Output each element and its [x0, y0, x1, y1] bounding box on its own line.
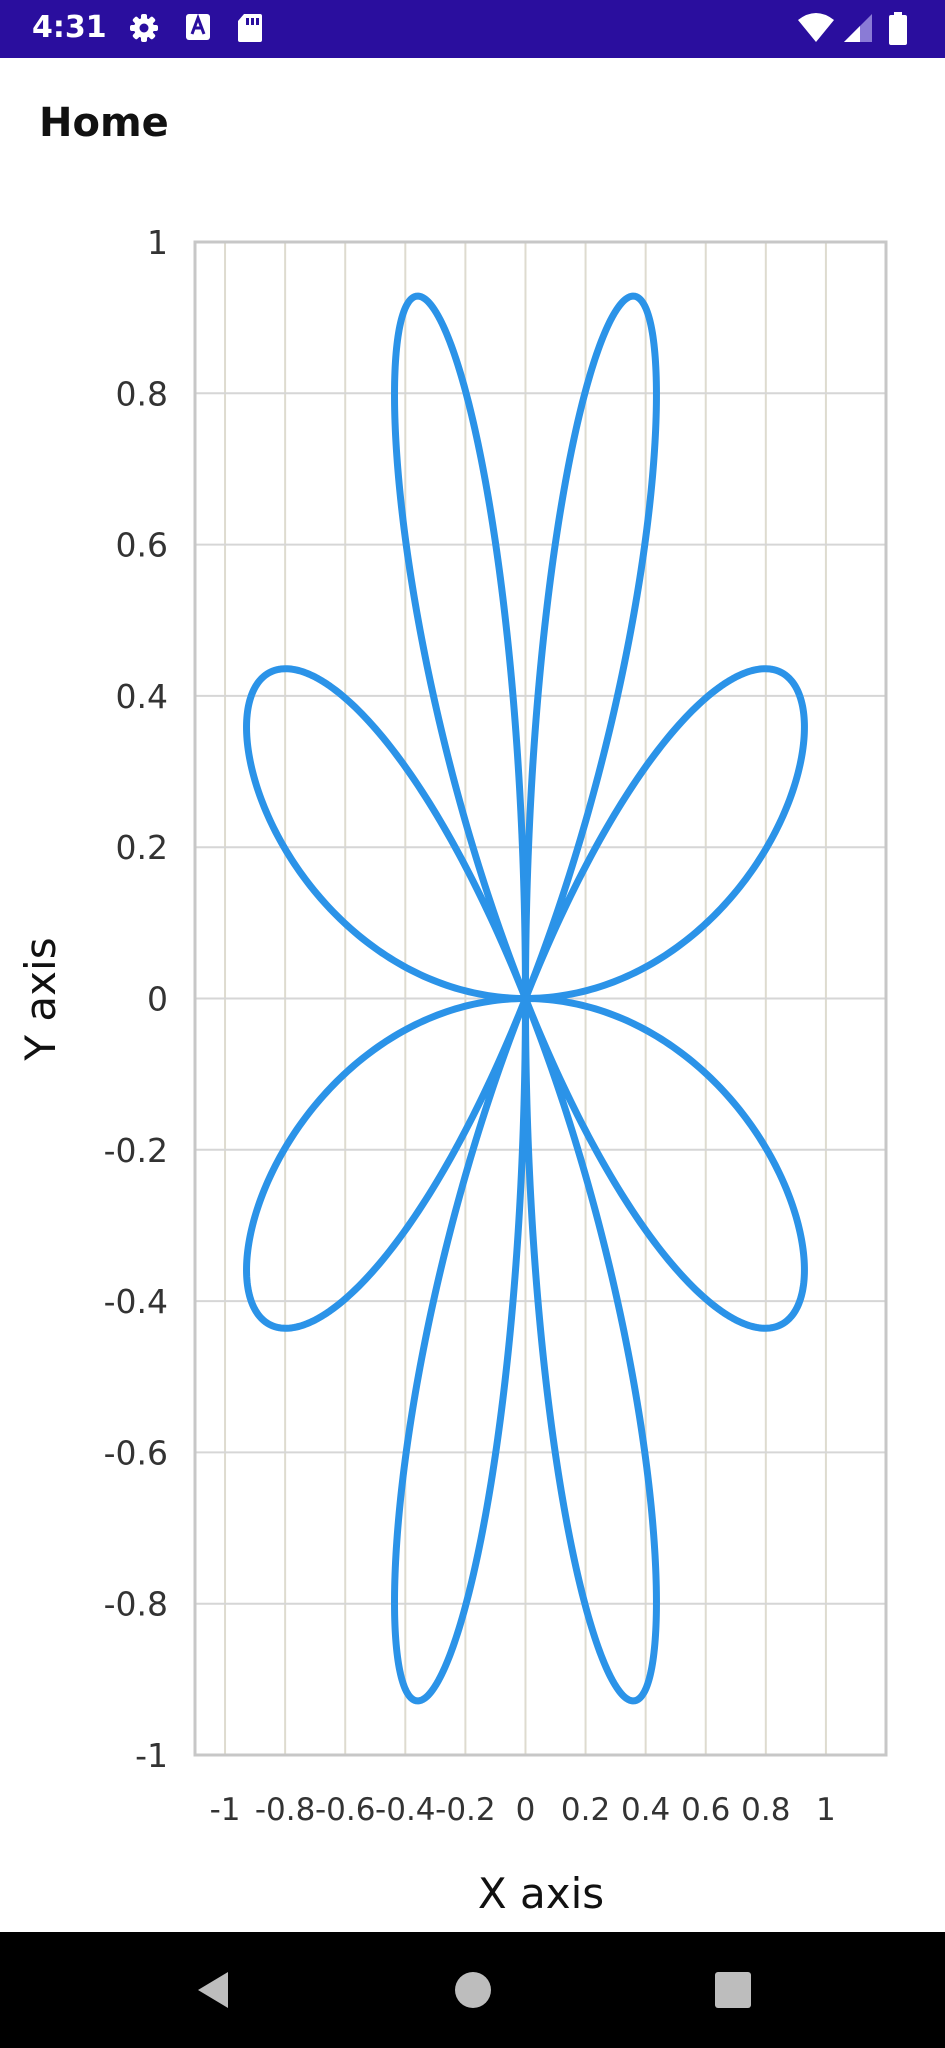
x-tick-label: 0.8 [741, 1792, 790, 1828]
y-tick-label: 1 [147, 223, 168, 262]
y-tick-label: 0.8 [116, 374, 168, 413]
y-tick-label: -0.8 [104, 1585, 168, 1624]
x-tick-label: 0.4 [621, 1792, 670, 1828]
x-tick-label: -0.6 [315, 1792, 376, 1828]
y-tick-label: 0 [147, 980, 168, 1019]
y-tick-label: 0.6 [116, 526, 168, 565]
battery-icon [889, 12, 907, 45]
back-button[interactable] [188, 1962, 244, 2018]
sd-card-icon [238, 14, 262, 42]
y-tick-label: 0.4 [116, 677, 168, 716]
status-bar: 4:31 [0, 0, 945, 58]
navigation-bar [0, 1932, 945, 2048]
x-tick-label: -0.4 [375, 1792, 436, 1828]
y-tick-label: -0.4 [104, 1282, 168, 1321]
wifi-icon [798, 13, 834, 42]
text-icon [186, 13, 210, 40]
x-tick-label: -0.2 [435, 1792, 496, 1828]
signal-icon [844, 14, 872, 42]
status-time: 4:31 [32, 10, 107, 45]
x-tick-label: 0 [516, 1792, 536, 1828]
home-button[interactable] [445, 1962, 501, 2018]
x-axis-label: X axis [478, 1869, 604, 1918]
y-tick-label: -1 [135, 1736, 168, 1775]
x-tick-label: -1 [210, 1792, 241, 1828]
recents-button[interactable] [705, 1962, 761, 2018]
y-tick-label: -0.6 [104, 1433, 168, 1472]
y-tick-label: -0.2 [104, 1131, 168, 1170]
y-tick-label: 0.2 [116, 828, 168, 867]
x-tick-label: 0.2 [561, 1792, 610, 1828]
x-tick-label: 0.6 [681, 1792, 730, 1828]
rose-curve-chart: -1 -0.8 -0.6 -0.4 -0.2 0 0.2 0.4 0.6 0.8 110.80.60… [16, 223, 888, 1918]
x-tick-label: 1 [816, 1792, 836, 1828]
gear-icon [130, 14, 158, 42]
page-title: Home [39, 100, 169, 146]
x-tick-label: -0.8 [255, 1792, 316, 1828]
y-axis-label: Y axis [16, 937, 65, 1061]
